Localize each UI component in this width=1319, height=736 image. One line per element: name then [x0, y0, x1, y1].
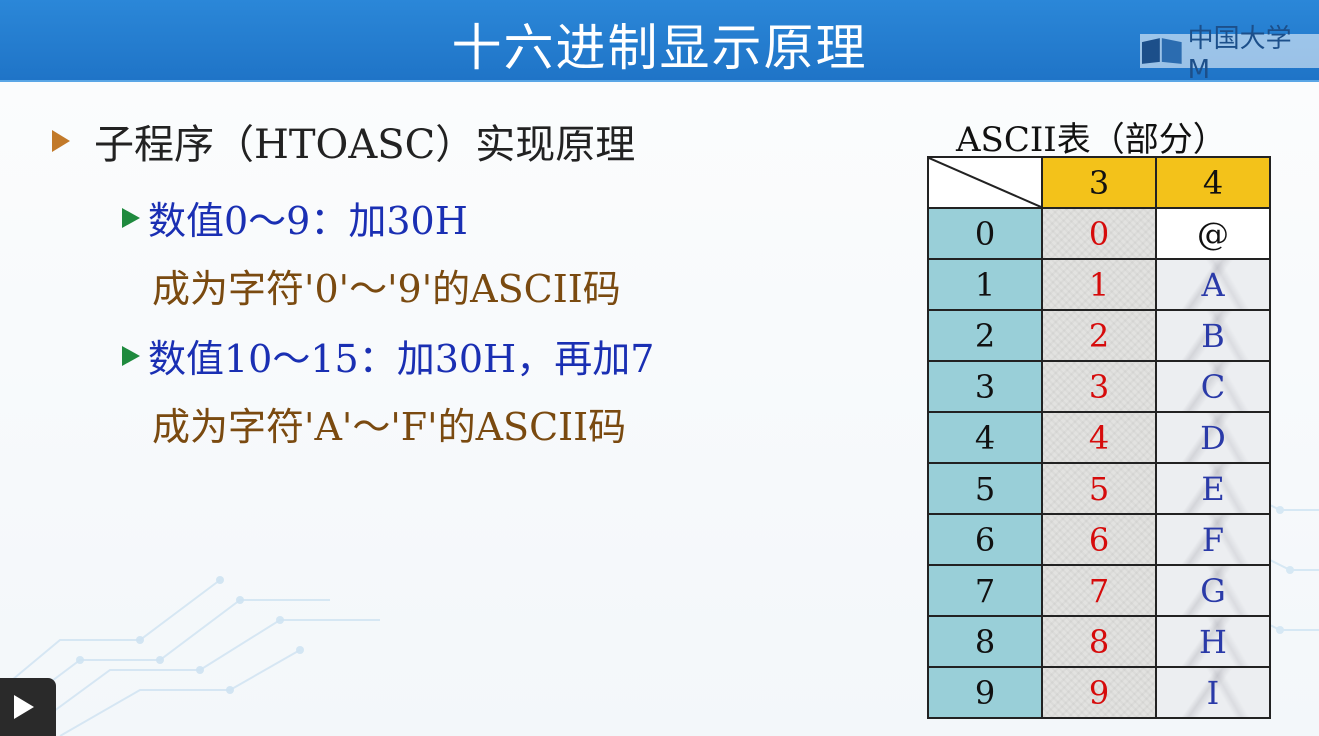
cell-col3: 8	[1041, 615, 1157, 668]
cell-col4: C	[1155, 360, 1271, 413]
cell-col3: 2	[1041, 309, 1157, 362]
rule-text-1: 数值0～9：加30H	[148, 199, 468, 243]
table-corner-cell	[927, 156, 1043, 209]
table-row: 8 8 H	[927, 615, 1271, 668]
row-header: 9	[927, 666, 1043, 719]
slide-title: 十六进制显示原理	[451, 19, 868, 77]
col-header-3: 3	[1041, 156, 1157, 209]
table-row: 1 1 A	[927, 258, 1271, 311]
table-row: 6 6 F	[927, 513, 1271, 566]
play-button[interactable]	[0, 678, 56, 736]
table-row: 9 9 I	[927, 666, 1271, 719]
main-heading: 子程序（HTOASC）实现原理	[94, 122, 636, 168]
cell-col4: G	[1155, 564, 1271, 617]
logo-icon	[1141, 38, 1182, 64]
result-text-1: 成为字符'0'～'9'的ASCII码	[152, 267, 621, 311]
table-row: 3 3 C	[927, 360, 1271, 413]
diagonal-line-icon	[929, 158, 1041, 207]
cell-col3: 9	[1041, 666, 1157, 719]
cell-col4: H	[1155, 615, 1271, 668]
main-bullet: 子程序（HTOASC）实现原理	[52, 112, 635, 170]
rule-text-2: 数值10～15：加30H，再加7	[148, 337, 655, 381]
table-row: 5 5 E	[927, 462, 1271, 515]
cell-col4: B	[1155, 309, 1271, 362]
cell-col3: 6	[1041, 513, 1157, 566]
cell-col3: 1	[1041, 258, 1157, 311]
cell-col4: D	[1155, 411, 1271, 464]
cell-col3: 3	[1041, 360, 1157, 413]
rule-item-2: 数值10～15：加30H，再加7	[122, 328, 654, 383]
ascii-table: 3 4 0 0 @ 1 1 A 2 2 B 3 3 C 4 4 D 5 5 E …	[927, 156, 1271, 719]
play-icon	[14, 695, 34, 719]
cell-col3: 4	[1041, 411, 1157, 464]
cell-col4: @	[1155, 207, 1271, 260]
rule-item-1: 数值0～9：加30H	[122, 190, 468, 245]
row-header: 8	[927, 615, 1043, 668]
cell-col4: E	[1155, 462, 1271, 515]
row-header: 0	[927, 207, 1043, 260]
logo-text: 中国大学M	[1187, 23, 1292, 85]
table-header-row: 3 4	[927, 156, 1271, 209]
row-header: 2	[927, 309, 1043, 362]
result-item-1: 成为字符'0'～'9'的ASCII码	[152, 258, 621, 313]
triangle-bullet-icon	[122, 207, 140, 228]
row-header: 5	[927, 462, 1043, 515]
cell-col4: I	[1155, 666, 1271, 719]
table-row: 7 7 G	[927, 564, 1271, 617]
table-row: 0 0 @	[927, 207, 1271, 260]
row-header: 7	[927, 564, 1043, 617]
result-text-2: 成为字符'A'～'F'的ASCII码	[152, 405, 627, 449]
row-header: 4	[927, 411, 1043, 464]
ascii-table-caption: ASCII表（部分）	[956, 120, 1227, 160]
row-header: 6	[927, 513, 1043, 566]
col-header-4: 4	[1155, 156, 1271, 209]
result-item-2: 成为字符'A'～'F'的ASCII码	[152, 396, 626, 451]
circuit-decoration-icon	[0, 576, 380, 736]
table-row: 2 2 B	[927, 309, 1271, 362]
course-logo: 中国大学M	[1140, 24, 1319, 85]
cell-col4: F	[1155, 513, 1271, 566]
slide-header: 十六进制显示原理 中国大学M	[0, 0, 1319, 85]
cell-col3: 0	[1041, 207, 1157, 260]
bullet-arrow-icon	[52, 130, 70, 152]
table-row: 4 4 D	[927, 411, 1271, 464]
triangle-bullet-icon	[122, 345, 140, 366]
cell-col3: 7	[1041, 564, 1157, 617]
cell-col3: 5	[1041, 462, 1157, 515]
row-header: 3	[927, 360, 1043, 413]
cell-col4: A	[1155, 258, 1271, 311]
row-header: 1	[927, 258, 1043, 311]
